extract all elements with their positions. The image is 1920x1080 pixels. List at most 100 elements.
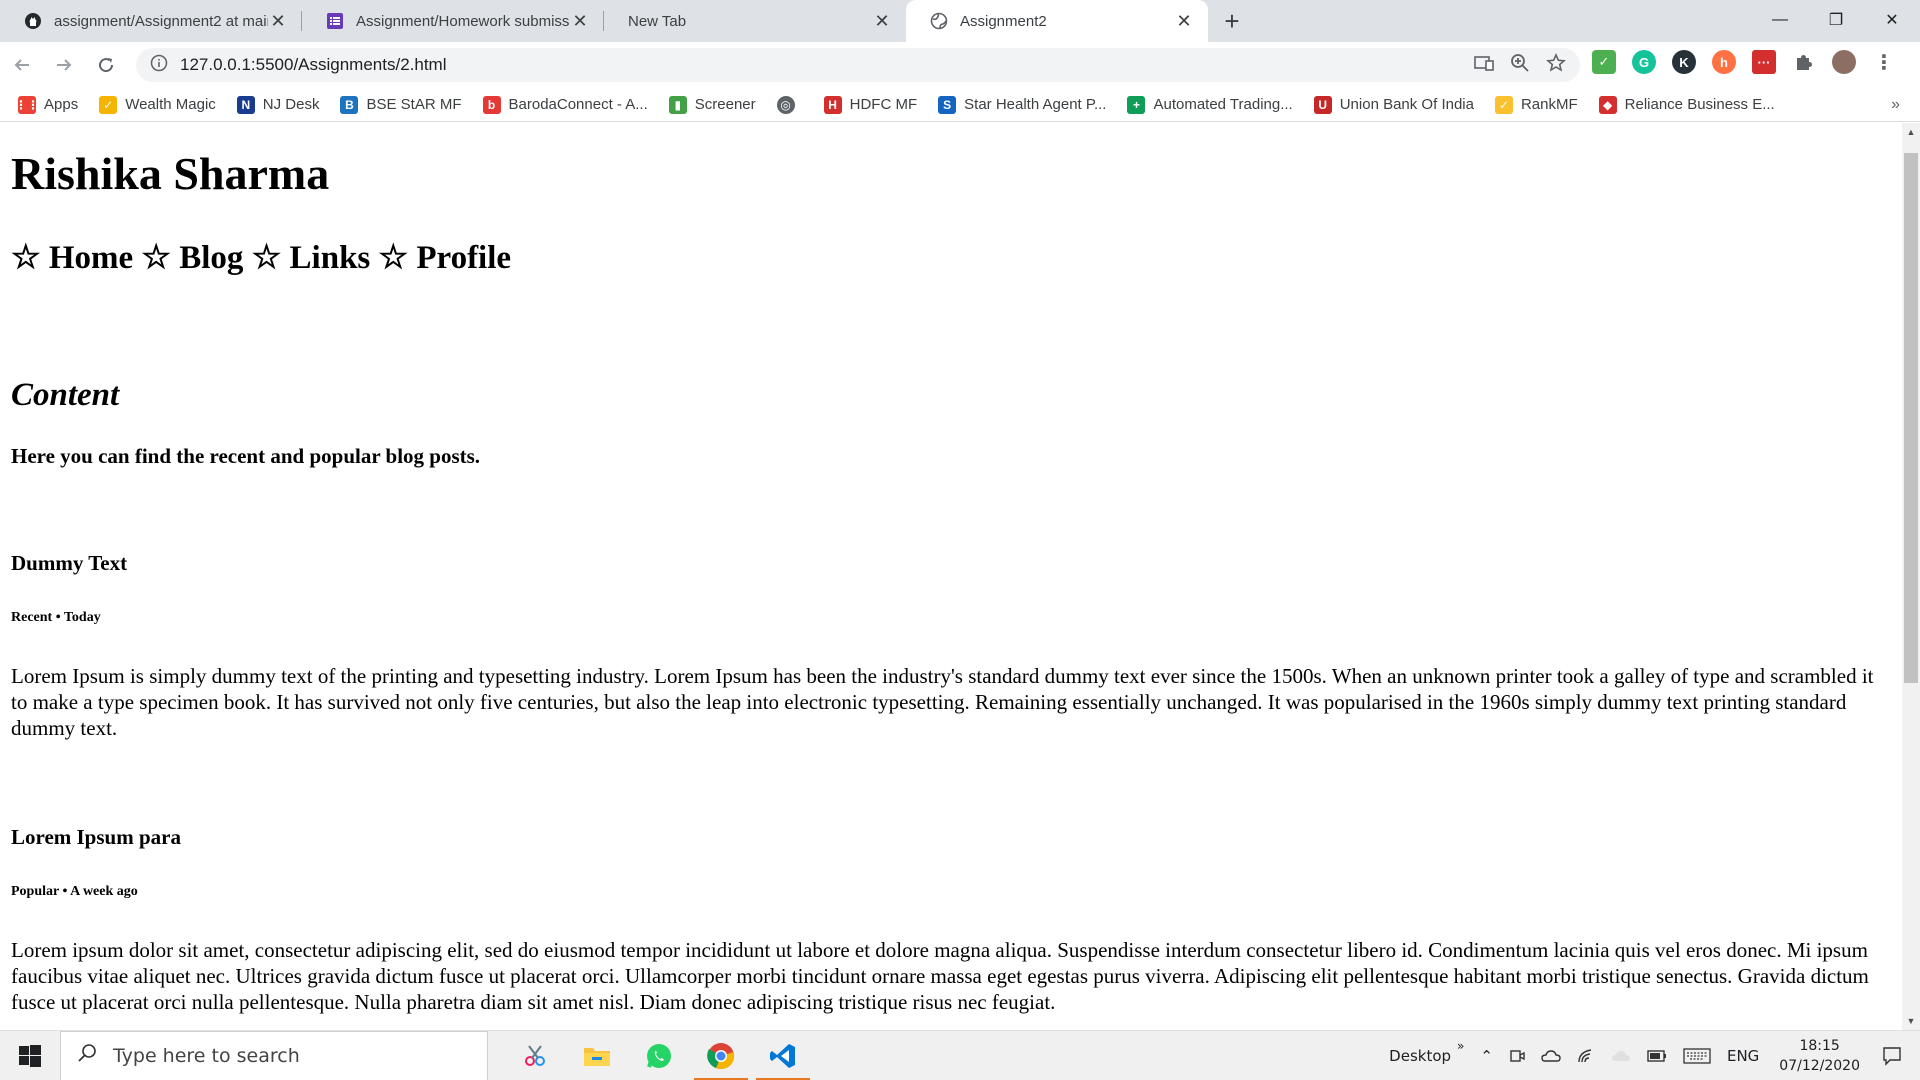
bookmark-label: BarodaConnect - A... [508,96,648,113]
avatar[interactable] [1832,50,1856,74]
bookmark-label: Reliance Business E... [1624,96,1775,113]
extension-honey-icon[interactable]: h [1712,50,1736,74]
nav-item-profile[interactable]: Profile [416,240,511,276]
nav-item-blog[interactable]: Blog [179,240,251,276]
wifi-icon[interactable] [1577,1048,1595,1064]
close-tab-icon[interactable]: ✕ [1174,11,1194,31]
bookmark-item[interactable]: ◎ [776,95,803,114]
battery-icon[interactable] [1647,1050,1667,1062]
bookmark-label: Automated Trading... [1153,96,1293,113]
bookmark-item[interactable]: ◆ Reliance Business E... [1598,95,1775,114]
scroll-up-icon[interactable]: ▲ [1902,123,1920,141]
bookmark-item[interactable]: ⋮⋮ Apps [15,95,78,114]
minimize-icon[interactable]: — [1752,0,1808,40]
bookmark-item[interactable]: + Automated Trading... [1127,95,1293,114]
notifications-icon[interactable] [1882,1046,1902,1066]
desktop-toolbar-label[interactable]: Desktop [1389,1047,1451,1065]
bookmark-item[interactable]: ✓ Wealth Magic [99,95,216,114]
nav-star-icon: ☆ [11,239,49,276]
cloud-icon[interactable] [1611,1049,1631,1063]
extension-icon[interactable]: ✓ [1592,50,1616,74]
bookmark-item[interactable]: N NJ Desk [236,95,320,114]
bookmark-label: NJ Desk [262,96,320,113]
file-explorer-icon[interactable] [566,1031,628,1080]
scrollbar-thumb[interactable] [1904,153,1918,683]
clock-date: 07/12/2020 [1779,1058,1860,1074]
meet-now-icon[interactable] [1509,1048,1525,1064]
post-meta: Recent • Today [11,609,101,625]
grammarly-icon[interactable]: G [1632,50,1656,74]
show-hidden-icons-icon[interactable]: ⌃ [1480,1047,1493,1065]
nav-item-links[interactable]: Links [290,240,379,276]
bookmark-item[interactable]: U Union Bank Of India [1313,95,1474,114]
rankmf-icon: ✓ [1494,95,1513,114]
tab-homework-form[interactable]: Assignment/Homework submission ✕ [302,0,604,42]
bookmark-star-icon[interactable] [1546,53,1566,77]
language-indicator[interactable]: ENG [1727,1047,1759,1065]
bookmark-label: Star Health Agent P... [964,96,1107,113]
snipping-tool-icon[interactable] [504,1031,566,1080]
tab-title: Assignment2 [960,12,1047,30]
windows-taskbar: Type here to search Desktop » ⌃ ENG 18:1… [0,1030,1920,1080]
tab-new-tab[interactable]: New Tab ✕ [604,0,906,42]
clock[interactable]: 18:15 07/12/2020 [1779,1036,1860,1076]
menu-kebab-icon[interactable]: ⋮ [1872,50,1896,74]
bookmark-item[interactable]: ▮ Screener [668,95,756,114]
new-tab-button[interactable]: + [1212,0,1252,42]
page-scrollbar[interactable]: ▲ ▼ [1902,123,1920,1030]
clock-time: 18:15 [1799,1038,1840,1054]
apps-grid-icon: ⋮⋮ [15,95,39,114]
github-icon [24,12,42,30]
reliance-icon: ◆ [1598,95,1617,114]
hdfc-icon: H [823,95,842,114]
zoom-icon[interactable] [1510,53,1530,77]
extensions-puzzle-icon[interactable] [1792,50,1816,74]
back-button[interactable] [2,45,42,85]
address-bar[interactable]: 127.0.0.1:5500/Assignments/2.html [136,48,1580,82]
onedrive-icon[interactable] [1541,1049,1561,1063]
tab-title: assignment/Assignment2 at main [54,12,268,30]
search-icon [77,1043,97,1068]
bookmark-item[interactable]: H HDFC MF [823,95,918,114]
extension-red-icon[interactable]: ··· [1752,50,1776,74]
reload-button[interactable] [86,45,126,85]
bookmark-item[interactable]: ✓ RankMF [1494,95,1578,114]
star-health-icon: S [938,95,957,114]
baroda-icon: b [482,95,501,114]
bookmark-label: Wealth Magic [125,96,216,113]
plus-icon: + [1127,95,1146,114]
info-icon[interactable] [150,54,168,76]
extension-k-icon[interactable]: K [1672,50,1696,74]
bookmark-item[interactable]: b BarodaConnect - A... [482,95,648,114]
close-tab-icon[interactable]: ✕ [570,11,590,31]
bookmark-item[interactable]: S Star Health Agent P... [938,95,1107,114]
post-title: Dummy Text [11,550,128,575]
chrome-icon[interactable] [690,1031,752,1080]
nav-item-home[interactable]: Home [49,240,142,276]
windows-start-icon[interactable] [0,1031,60,1080]
check-icon: ✓ [99,95,118,114]
close-tab-icon[interactable]: ✕ [872,11,892,31]
tab-title: New Tab [628,12,687,30]
close-tab-icon[interactable]: ✕ [268,11,288,31]
forward-button[interactable] [44,45,84,85]
vscode-icon[interactable] [752,1031,814,1080]
cast-icon[interactable] [1474,54,1494,76]
keyboard-icon[interactable] [1683,1048,1711,1064]
tab-title: Assignment/Homework submission [356,12,570,30]
tab-github[interactable]: assignment/Assignment2 at main ✕ [0,0,302,42]
nav-star-icon: ☆ [141,239,180,276]
taskbar-search-input[interactable]: Type here to search [60,1030,488,1080]
bookmark-item[interactable]: B BSE StAR MF [340,95,462,114]
close-window-icon[interactable]: ✕ [1864,0,1920,40]
bookmark-label: BSE StAR MF [366,96,462,113]
bar-chart-icon: ▮ [668,95,687,114]
bookmarks-bar: ⋮⋮ Apps ✓ Wealth Magic N NJ Desk B BSE StAR MF b… [0,88,1920,122]
scroll-down-icon[interactable]: ▼ [1902,1012,1920,1030]
whatsapp-icon[interactable] [628,1031,690,1080]
tab-assignment2[interactable]: Assignment2 ✕ [906,0,1208,42]
bookmark-label: HDFC MF [849,96,918,113]
restore-icon[interactable]: ❐ [1808,0,1864,40]
bookmarks-overflow-icon[interactable]: » [1891,96,1900,114]
chevron-right-icon[interactable]: » [1457,1039,1464,1053]
